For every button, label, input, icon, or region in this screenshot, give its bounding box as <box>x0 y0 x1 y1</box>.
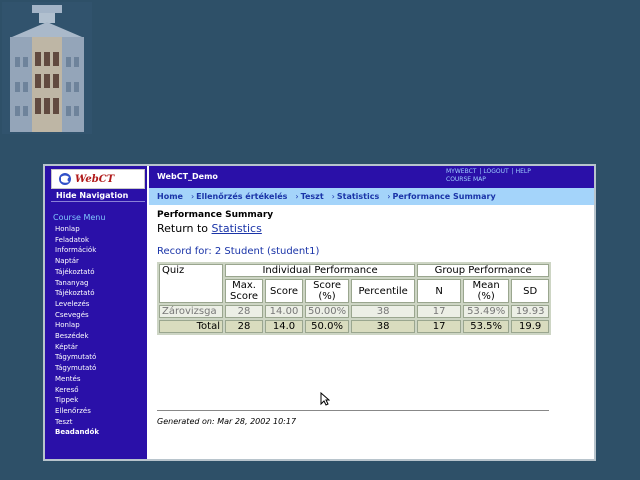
return-prefix: Return to <box>157 222 209 235</box>
cell-max-score: 28 <box>225 305 263 318</box>
menu-item[interactable]: Kereső <box>55 385 99 396</box>
header-score: Score <box>265 279 303 303</box>
sidebar: WebCT Hide Navigation Course Menu Honlap… <box>45 166 147 459</box>
header-n: N <box>417 279 462 303</box>
breadcrumb-performance-summary: Performance Summary <box>392 192 496 201</box>
logout-link[interactable]: LOGOUT <box>483 168 508 175</box>
menu-item[interactable]: Levelezés <box>55 299 99 310</box>
webct-logo-text: WebCT <box>75 173 115 185</box>
cell-total-mean: 53.5% <box>463 320 510 333</box>
cell-score: 14.00 <box>265 305 303 318</box>
breadcrumb-teszt[interactable]: Teszt <box>301 192 324 201</box>
statistics-link[interactable]: Statistics <box>212 222 262 235</box>
help-link[interactable]: HELP <box>516 168 531 175</box>
webct-logo[interactable]: WebCT <box>51 169 145 189</box>
breadcrumb-separator: › <box>190 192 195 201</box>
cell-total-n: 17 <box>417 320 462 333</box>
menu-item[interactable]: Tájékoztató <box>55 288 99 299</box>
menu-item[interactable]: Beadandók <box>55 427 99 438</box>
course-menu-heading[interactable]: Course Menu <box>53 213 105 222</box>
menu-item[interactable]: Teszt <box>55 417 99 428</box>
cell-total-label: Total <box>159 320 223 333</box>
cell-score-percent: 50.00% <box>305 305 350 318</box>
breadcrumb-separator: › <box>295 192 299 201</box>
cell-total-score-percent: 50.0% <box>305 320 350 333</box>
menu-item[interactable]: Tágymutató <box>55 352 99 363</box>
cell-total-percentile: 38 <box>351 320 416 333</box>
cell-total-score: 14.0 <box>265 320 303 333</box>
mouse-pointer-icon <box>320 392 330 406</box>
header-quiz: Quiz <box>159 264 223 303</box>
university-building-image <box>2 2 92 134</box>
breadcrumb: Home › Ellenőrzés értékelés › Teszt › St… <box>149 188 594 205</box>
course-title[interactable]: WebCT_Demo <box>157 172 218 181</box>
menu-item[interactable]: Ellenőrzés <box>55 406 99 417</box>
top-links: MYWEBCT | LOGOUT | HELP COURSE MAP <box>446 168 531 183</box>
return-line: Return to Statistics <box>157 222 262 235</box>
menu-item[interactable]: Csevegés <box>55 310 99 321</box>
record-student: 2 Student (student1) <box>214 246 320 257</box>
record-line: Record for: 2 Student (student1) <box>157 246 320 257</box>
menu-item[interactable]: Tananyag <box>55 278 99 289</box>
menu-item[interactable]: Információk <box>55 245 99 256</box>
header-group-performance: Group Performance <box>417 264 550 277</box>
breadcrumb-statistics[interactable]: Statistics <box>337 192 379 201</box>
table-row: Zárovizsga 28 14.00 50.00% 38 17 53.49% … <box>159 305 550 318</box>
menu-item[interactable]: Naptár <box>55 256 99 267</box>
menu-item[interactable]: Beszédek <box>55 331 99 342</box>
menu-item[interactable]: Tágymutató <box>55 363 99 374</box>
header-percentile: Percentile <box>351 279 416 303</box>
menu-item[interactable]: Képtár <box>55 342 99 353</box>
menu-item[interactable]: Honlap <box>55 320 99 331</box>
cell-total-max: 28 <box>225 320 263 333</box>
cell-percentile: 38 <box>351 305 416 318</box>
breadcrumb-home[interactable]: Home <box>157 192 183 201</box>
header-sd: SD <box>511 279 550 303</box>
generated-timestamp: Generated on: Mar 28, 2002 10:17 <box>157 417 297 426</box>
cell-n: 17 <box>417 305 462 318</box>
menu-item[interactable]: Mentés <box>55 374 99 385</box>
menu-item[interactable]: Tájékoztató <box>55 267 99 278</box>
mywebct-link[interactable]: MYWEBCT <box>446 168 476 175</box>
top-bar: WebCT_Demo MYWEBCT | LOGOUT | HELP COURSE … <box>149 166 594 188</box>
menu-item[interactable]: Tippek <box>55 395 99 406</box>
webct-window: WebCT Hide Navigation Course Menu Honlap… <box>43 164 596 461</box>
header-mean-percent: Mean (%) <box>463 279 510 303</box>
menu-item[interactable]: Honlap <box>55 224 99 235</box>
page-title: Performance Summary <box>157 210 274 220</box>
menu-item[interactable]: Feladatok <box>55 235 99 246</box>
cell-quiz-name[interactable]: Zárovizsga <box>159 305 223 318</box>
header-individual-performance: Individual Performance <box>225 264 416 277</box>
hide-navigation-link[interactable]: Hide Navigation <box>51 190 145 202</box>
course-map-link[interactable]: COURSE MAP <box>446 176 486 183</box>
cell-mean: 53.49% <box>463 305 510 318</box>
performance-table: Quiz Individual Performance Group Perfor… <box>157 262 552 335</box>
header-score-percent: Score (%) <box>305 279 350 303</box>
course-menu-list: Honlap Feladatok Információk Naptár Tájé… <box>55 224 99 438</box>
cell-total-sd: 19.9 <box>511 320 550 333</box>
total-row: Total 28 14.0 50.0% 38 17 53.5% 19.9 <box>159 320 550 333</box>
header-max-score: Max. Score <box>225 279 263 303</box>
breadcrumb-separator: › <box>387 192 391 201</box>
breadcrumb-separator: › <box>331 192 335 201</box>
webct-globe-icon <box>59 173 71 185</box>
record-label: Record for <box>157 246 209 257</box>
cell-sd: 19.93 <box>511 305 550 318</box>
breadcrumb-ellenorzes[interactable]: Ellenőrzés értékelés <box>196 192 287 201</box>
divider <box>157 410 549 411</box>
